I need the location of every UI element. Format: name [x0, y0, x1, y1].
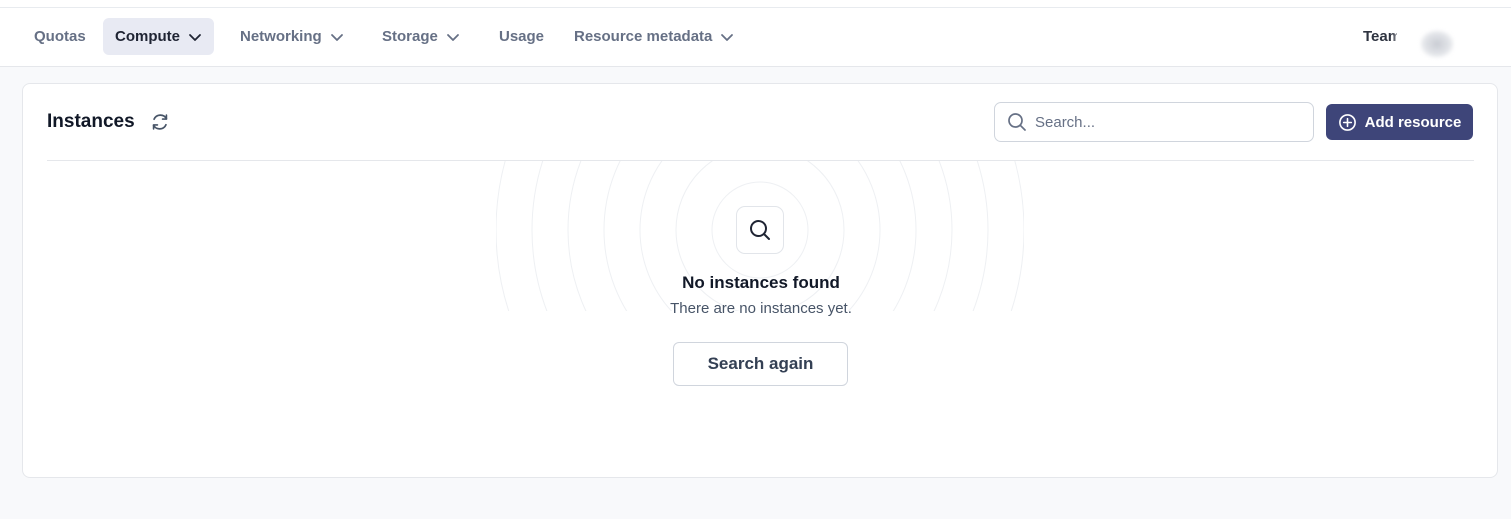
nav-item-label: Compute: [115, 28, 180, 45]
top-nav: Quotas Compute Networking Storage Usage …: [0, 8, 1511, 67]
chevron-down-icon: [189, 33, 201, 41]
search-again-button[interactable]: Search again: [673, 342, 848, 386]
search-input[interactable]: [1035, 113, 1295, 131]
nav-item-label: Storage: [382, 28, 438, 45]
add-resource-label: Add resource: [1364, 113, 1462, 131]
nav-item-label: Resource metadata: [574, 28, 713, 45]
nav-item-networking[interactable]: Networking: [228, 18, 356, 55]
add-resource-button[interactable]: Add resource: [1326, 104, 1473, 140]
nav-item-usage[interactable]: Usage: [487, 18, 556, 55]
nav-item-compute[interactable]: Compute: [103, 18, 214, 55]
team-label-fade: [1391, 22, 1411, 50]
chevron-down-icon: [721, 33, 734, 41]
empty-state-icon: [736, 206, 784, 254]
instances-panel: Instances Add resource: [22, 83, 1498, 478]
nav-item-label: Usage: [499, 28, 545, 45]
page-title: Instances: [47, 111, 135, 132]
avatar[interactable]: [1420, 30, 1454, 58]
refresh-icon[interactable]: [149, 111, 171, 133]
search-box[interactable]: [994, 102, 1314, 142]
empty-state-subtitle: There are no instances yet.: [670, 300, 852, 317]
nav-item-resource-metadata[interactable]: Resource metadata: [562, 18, 746, 55]
nav-item-quotas[interactable]: Quotas: [22, 18, 98, 55]
chevron-down-icon: [330, 33, 343, 41]
search-icon: [1008, 113, 1026, 131]
plus-circle-icon: [1338, 113, 1356, 131]
empty-state-title: No instances found: [682, 273, 840, 292]
top-strip: [0, 0, 1511, 8]
nav-item-storage[interactable]: Storage: [370, 18, 472, 55]
search-icon: [750, 220, 770, 240]
nav-item-label: Quotas: [34, 28, 86, 45]
chevron-down-icon: [446, 33, 459, 41]
nav-item-label: Networking: [240, 28, 322, 45]
